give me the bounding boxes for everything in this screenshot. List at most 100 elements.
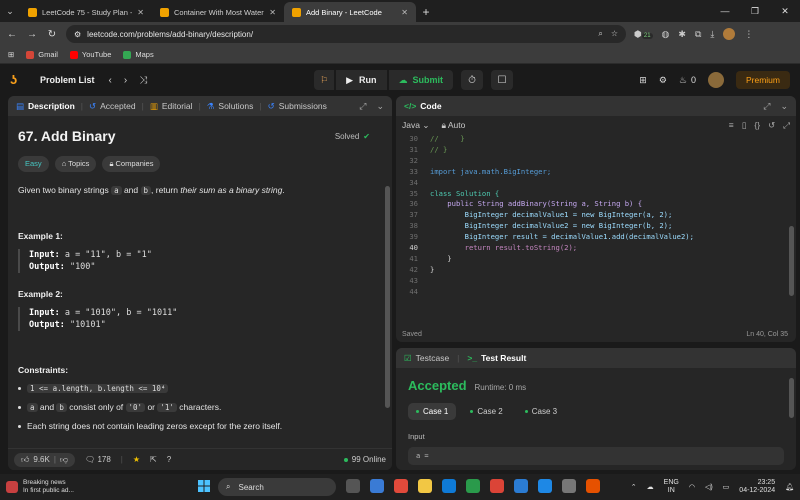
app-icon[interactable] [538, 479, 552, 493]
search-lens-icon[interactable]: ⌕ [598, 29, 602, 39]
bookmark-gmail[interactable]: Gmail [26, 50, 58, 59]
timer-icon[interactable]: ⏱ [461, 70, 483, 90]
back-icon[interactable]: ← [6, 29, 18, 40]
topics-tag[interactable]: ⌂ Topics [54, 156, 97, 172]
panel-menu-icon[interactable]: ⌄ [780, 101, 788, 112]
app-icon[interactable] [562, 479, 576, 493]
translate-icon[interactable]: ✱ [678, 29, 686, 40]
maximize-panel-icon[interactable]: ⤢ [359, 101, 366, 112]
fullscreen-icon[interactable]: ⤢ [783, 120, 790, 131]
autocomplete-mode[interactable]: 🔒︎ Auto [441, 120, 465, 131]
premium-button[interactable]: Premium [735, 71, 790, 89]
file-explorer-icon[interactable] [418, 479, 432, 493]
code-editor[interactable]: 30 // } 31 // } 32 33 import java.math.BigI… [396, 134, 796, 320]
teams-icon[interactable] [370, 479, 384, 493]
maximize-panel-icon[interactable]: ⤢ [763, 101, 770, 112]
notes-icon[interactable]: ☐ [491, 70, 513, 90]
close-tab-icon[interactable]: ✕ [269, 8, 276, 17]
news-widget[interactable]: Breaking news In first public ad... [6, 479, 74, 495]
browser-tab[interactable]: LeetCode 75 - Study Plan - Leetc ✕ [20, 2, 152, 22]
streak-counter[interactable]: ♨ 0 [679, 75, 696, 86]
volume-icon[interactable]: ◁) [705, 483, 713, 491]
like-button[interactable]: 👍︎ 9.6K | 👎︎ [14, 452, 76, 467]
forward-icon[interactable]: → [26, 29, 38, 40]
bookmark-star-icon[interactable]: ☆ [611, 29, 618, 39]
bookmark-maps[interactable]: Maps [123, 50, 154, 59]
braces-icon[interactable]: {} [754, 120, 760, 131]
share-icon[interactable]: ⇱ [150, 455, 157, 464]
chrome-icon[interactable] [490, 479, 504, 493]
close-window-icon[interactable]: ✕ [770, 6, 800, 17]
leetcode-logo-icon[interactable]: ʖ [10, 73, 24, 87]
tab-accepted[interactable]: ↺ Accepted [89, 101, 136, 112]
next-problem-icon[interactable]: › [124, 75, 127, 86]
chrome-menu-icon[interactable]: ⋮ [744, 29, 753, 40]
panel-menu-icon[interactable]: ⌄ [376, 101, 384, 112]
minimize-icon[interactable]: — [710, 6, 740, 16]
browser-tab[interactable]: Container With Most Water - Le ✕ [152, 2, 284, 22]
onedrive-icon[interactable]: ☁ [647, 483, 654, 491]
language-select[interactable]: Java ⌄ [402, 120, 429, 131]
companies-tag[interactable]: 🔒︎ Companies [102, 156, 161, 172]
tab-submissions[interactable]: ↺ Submissions [268, 101, 327, 112]
shuffle-icon[interactable]: ⤨ [139, 75, 147, 86]
notification-bell-icon[interactable]: 🔔︎ [785, 483, 794, 491]
tab-editorial[interactable]: ▥ Editorial [150, 101, 193, 112]
task-view-icon[interactable] [346, 479, 360, 493]
help-icon[interactable]: ? [167, 455, 171, 464]
tab-solutions[interactable]: ⚗ Solutions [207, 101, 254, 112]
copilot-icon[interactable] [394, 479, 408, 493]
problem-list-link[interactable]: Problem List [40, 75, 95, 85]
profile-avatar[interactable] [723, 28, 736, 40]
bookmark-youtube[interactable]: YouTube [69, 50, 111, 59]
tab-testcase[interactable]: ☑ Testcase [404, 353, 449, 364]
star-icon[interactable]: ★ [133, 455, 140, 464]
thumbs-down-icon[interactable]: 👎︎ [60, 455, 68, 465]
extension-icon[interactable]: ⬢ 21 [634, 29, 653, 40]
editor-scrollbar[interactable] [789, 226, 794, 296]
bookmark-icon[interactable]: ▯ [742, 120, 747, 131]
taskbar-search[interactable]: ⌕ Search [218, 478, 336, 496]
maximize-icon[interactable]: ❐ [740, 6, 770, 17]
case-tab[interactable]: Case 1 [408, 403, 457, 420]
battery-icon[interactable]: ▭ [723, 483, 730, 491]
tray-overflow-icon[interactable]: ⌃ [631, 483, 637, 491]
audio-icon[interactable]: ◍ [662, 29, 670, 40]
case-tab[interactable]: Case 2 [462, 403, 510, 420]
debug-icon[interactable]: ⚐ [314, 70, 335, 90]
brave-icon[interactable] [586, 479, 600, 493]
comments-button[interactable]: 🗨︎ 178 [85, 455, 111, 464]
run-button[interactable]: ▶ Run [336, 70, 387, 90]
close-tab-icon[interactable]: ✕ [137, 8, 144, 17]
browser-tab-active[interactable]: Add Binary - LeetCode ✕ [284, 2, 416, 22]
apps-grid-icon[interactable]: ⊞ [8, 50, 14, 59]
close-tab-icon[interactable]: ✕ [401, 8, 408, 17]
tab-description[interactable]: ▤ Description [16, 101, 75, 112]
new-tab-button[interactable]: + [416, 2, 436, 22]
clock[interactable]: 23:25 04-12-2024 [739, 479, 775, 495]
case-tab[interactable]: Case 3 [517, 403, 565, 420]
windows-start-icon[interactable] [198, 480, 210, 492]
format-icon[interactable]: ≡ [729, 120, 734, 131]
submit-button[interactable]: ☁ Submit [388, 70, 453, 90]
reload-icon[interactable]: ↻ [46, 29, 58, 40]
wifi-icon[interactable]: ◠ [689, 483, 695, 491]
site-info-icon[interactable]: ⚙ [74, 30, 81, 39]
store-icon[interactable] [466, 479, 480, 493]
result-scrollbar[interactable] [789, 378, 794, 418]
download-icon[interactable]: ⤓ [710, 29, 714, 40]
settings-gear-icon[interactable]: ⚙ [659, 75, 667, 86]
layout-grid-icon[interactable]: ⊞ [639, 75, 647, 86]
url-bar[interactable]: ⚙ leetcode.com/problems/add-binary/descr… [66, 25, 626, 43]
tab-search-button[interactable]: ⌄ [0, 0, 20, 22]
extensions-puzzle-icon[interactable]: ⧉ [695, 29, 701, 40]
vscode-icon[interactable] [514, 479, 528, 493]
code-tab[interactable]: </> Code [404, 101, 442, 111]
prev-problem-icon[interactable]: ‹ [109, 75, 112, 86]
description-scrollbar[interactable] [385, 186, 390, 408]
reset-icon[interactable]: ↺ [768, 120, 775, 131]
tab-test-result[interactable]: >_ Test Result [467, 353, 526, 363]
language-indicator[interactable]: ENG IN [664, 479, 679, 495]
user-avatar[interactable] [707, 72, 724, 88]
edge-icon[interactable] [442, 479, 456, 493]
